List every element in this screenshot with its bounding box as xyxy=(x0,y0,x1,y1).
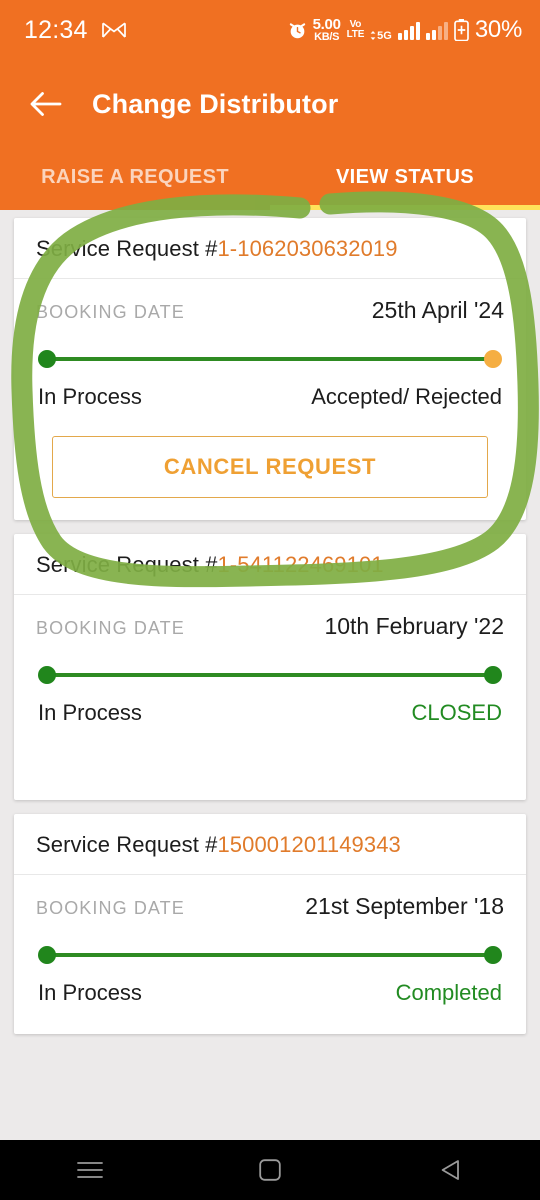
progress-stage-start: In Process xyxy=(38,980,142,1005)
booking-date-row: BOOKING DATE 25th April '24 xyxy=(36,297,504,324)
card-footer-spacer xyxy=(14,1006,526,1034)
card-header: Service Request #1-541122469101 xyxy=(14,534,526,595)
booking-date-label: BOOKING DATE xyxy=(36,618,185,638)
progress-status-row: In Process CLOSED xyxy=(34,684,506,726)
progress-stage-start: In Process xyxy=(38,700,142,725)
booking-date-label: BOOKING DATE xyxy=(36,302,185,322)
status-bar: 12:34 5.00 KB/S Vo LTE 5G 30% xyxy=(0,0,540,60)
status-bar-clock: 12:34 xyxy=(24,15,88,44)
booking-date-row: BOOKING DATE 10th February '22 xyxy=(36,613,504,640)
alarm-icon xyxy=(288,21,307,40)
booking-date-row: BOOKING DATE 21st September '18 xyxy=(36,893,504,920)
service-request-card[interactable]: Service Request #1-541122469101 BOOKING … xyxy=(14,534,526,800)
card-body: BOOKING DATE 25th April '24 xyxy=(14,279,526,324)
phone-screen: 12:34 5.00 KB/S Vo LTE 5G 30% Change Dis… xyxy=(0,0,540,1200)
booking-date-value: 25th April '24 xyxy=(371,297,504,323)
recents-menu-icon[interactable] xyxy=(0,1161,180,1179)
service-request-prefix: Service Request # xyxy=(36,552,218,577)
volte-line-2: LTE xyxy=(346,29,365,40)
network-speed-value: 5.00 xyxy=(312,16,341,33)
tab-view-status[interactable]: VIEW STATUS xyxy=(270,148,540,210)
tab-raise-a-request[interactable]: RAISE A REQUEST xyxy=(0,148,270,210)
service-request-number: 1-541122469101 xyxy=(217,552,384,577)
network-type-text: 5G xyxy=(377,30,392,42)
home-square-icon[interactable] xyxy=(180,1159,360,1181)
progress-track xyxy=(38,666,502,684)
booking-date-label: BOOKING DATE xyxy=(36,898,185,918)
card-header: Service Request #150001201149343 xyxy=(14,814,526,875)
service-request-number: 1-1062030632019 xyxy=(217,236,398,261)
signal-bars-sim1-icon xyxy=(397,21,420,40)
service-request-number: 150001201149343 xyxy=(217,832,401,857)
booking-date-value: 21st September '18 xyxy=(305,893,504,919)
page-title: Change Distributor xyxy=(92,88,339,119)
progress-stage-end: CLOSED xyxy=(411,700,502,725)
back-arrow-icon[interactable] xyxy=(26,84,66,124)
progress-dot-start xyxy=(38,946,56,964)
progress-wrap xyxy=(14,920,526,964)
progress-wrap xyxy=(14,324,526,368)
battery-percent: 30% xyxy=(474,16,522,43)
card-body: BOOKING DATE 21st September '18 xyxy=(14,875,526,920)
progress-wrap xyxy=(14,640,526,684)
android-nav-bar xyxy=(0,1140,540,1200)
card-header: Service Request #1-1062030632019 xyxy=(14,218,526,279)
service-request-prefix: Service Request # xyxy=(36,832,218,857)
status-bar-right: 5.00 KB/S Vo LTE 5G 30% xyxy=(288,16,522,44)
progress-track xyxy=(38,946,502,964)
progress-track xyxy=(38,350,502,368)
card-body: BOOKING DATE 10th February '22 xyxy=(14,595,526,640)
back-triangle-icon[interactable] xyxy=(360,1159,540,1181)
network-speed: 5.00 KB/S xyxy=(313,17,341,43)
progress-line xyxy=(47,673,493,677)
progress-stage-start: In Process xyxy=(38,384,142,409)
progress-line xyxy=(47,953,493,957)
card-footer-spacer xyxy=(14,726,526,800)
network-speed-unit: KB/S xyxy=(314,31,340,43)
progress-stage-end: Accepted/ Rejected xyxy=(311,384,502,409)
progress-dot-end xyxy=(484,350,502,368)
service-request-prefix: Service Request # xyxy=(36,236,218,261)
cancel-request-button[interactable]: CANCEL REQUEST xyxy=(52,436,488,498)
status-bar-left: 12:34 xyxy=(24,16,126,45)
gmail-icon xyxy=(101,21,126,39)
progress-status-row: In Process Completed xyxy=(34,964,506,1006)
progress-dot-start xyxy=(38,350,56,368)
battery-icon xyxy=(454,19,469,42)
progress-dot-end xyxy=(484,666,502,684)
tab-bar: RAISE A REQUEST VIEW STATUS xyxy=(0,148,540,210)
progress-stage-end: Completed xyxy=(395,980,502,1005)
card-footer: CANCEL REQUEST xyxy=(14,410,526,520)
volte-icon: Vo LTE xyxy=(346,19,365,41)
app-bar: Change Distributor xyxy=(0,60,540,148)
progress-dot-start xyxy=(38,666,56,684)
progress-status-row: In Process Accepted/ Rejected xyxy=(34,368,506,410)
network-type-label: 5G xyxy=(370,30,392,42)
service-request-list[interactable]: Service Request #1-1062030632019 BOOKING… xyxy=(0,210,540,1145)
progress-dot-end xyxy=(484,946,502,964)
signal-bars-sim2-icon xyxy=(425,21,448,40)
service-request-card[interactable]: Service Request #1-1062030632019 BOOKING… xyxy=(14,218,526,520)
progress-line xyxy=(47,357,493,361)
booking-date-value: 10th February '22 xyxy=(324,613,504,639)
service-request-card[interactable]: Service Request #150001201149343 BOOKING… xyxy=(14,814,526,1034)
